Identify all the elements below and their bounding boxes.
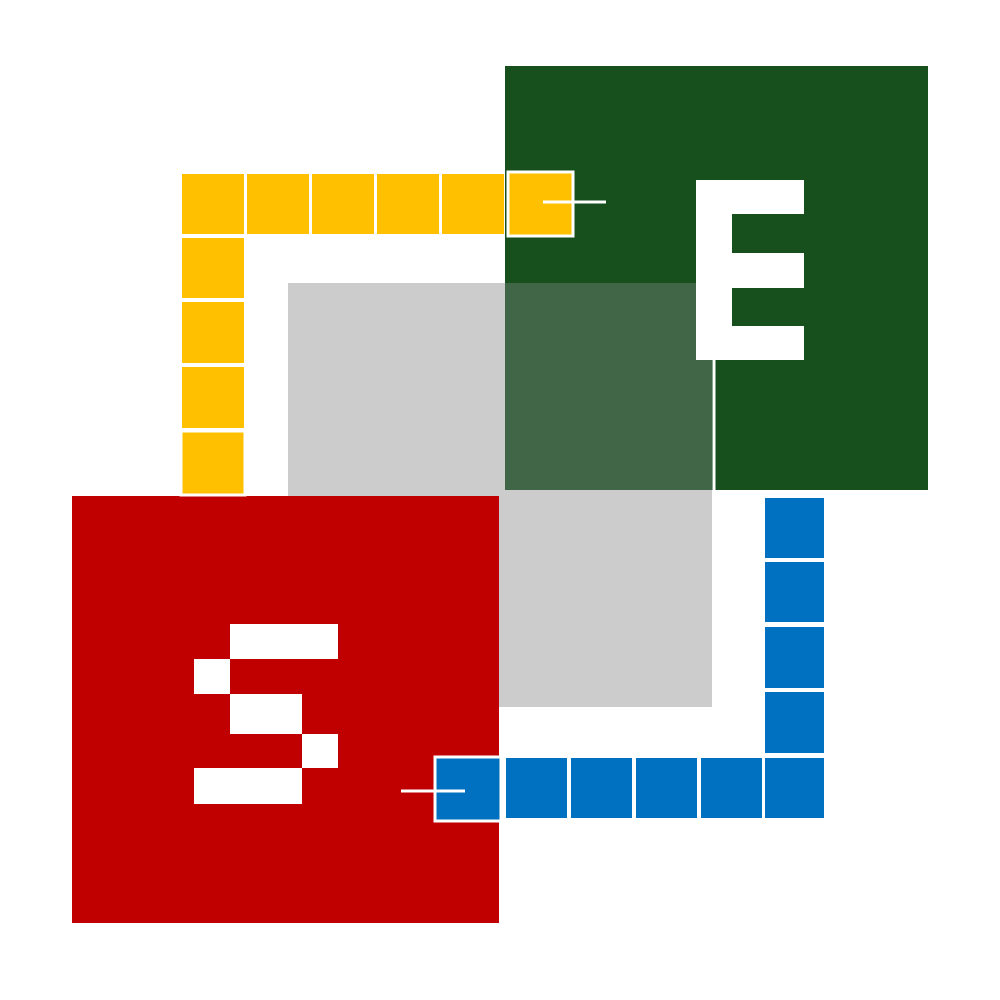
path-cell	[442, 174, 504, 234]
path-cell	[765, 498, 824, 558]
path-cell	[179, 429, 247, 497]
path-cell	[182, 302, 244, 363]
glyph-s-bar	[194, 768, 302, 804]
path-cell	[701, 758, 762, 818]
glyph-s-bar	[230, 624, 338, 659]
path-cell	[765, 692, 824, 753]
path-cell	[765, 562, 824, 622]
path-diagram	[0, 0, 1000, 1000]
path-cell	[571, 758, 632, 818]
path-cell	[182, 367, 244, 428]
glyph-s-bar	[230, 694, 302, 734]
path-cell	[182, 238, 244, 298]
path-cell	[182, 174, 244, 234]
glyph-s-bar	[194, 659, 230, 694]
path-cell	[433, 755, 503, 823]
glyph-s-bar	[302, 734, 338, 768]
path-cell	[377, 174, 439, 234]
path-cell	[247, 174, 309, 234]
path-cell	[765, 627, 824, 688]
path-cell	[312, 174, 374, 234]
path-cell	[765, 758, 824, 818]
glyph-e-bar	[696, 326, 804, 360]
glyph-e-bar	[696, 253, 804, 288]
path-cell	[636, 758, 697, 818]
path-cell	[506, 758, 567, 818]
letter-e-glyph	[696, 180, 804, 360]
path-cell	[506, 170, 575, 238]
overlap-dark-region	[505, 283, 712, 490]
